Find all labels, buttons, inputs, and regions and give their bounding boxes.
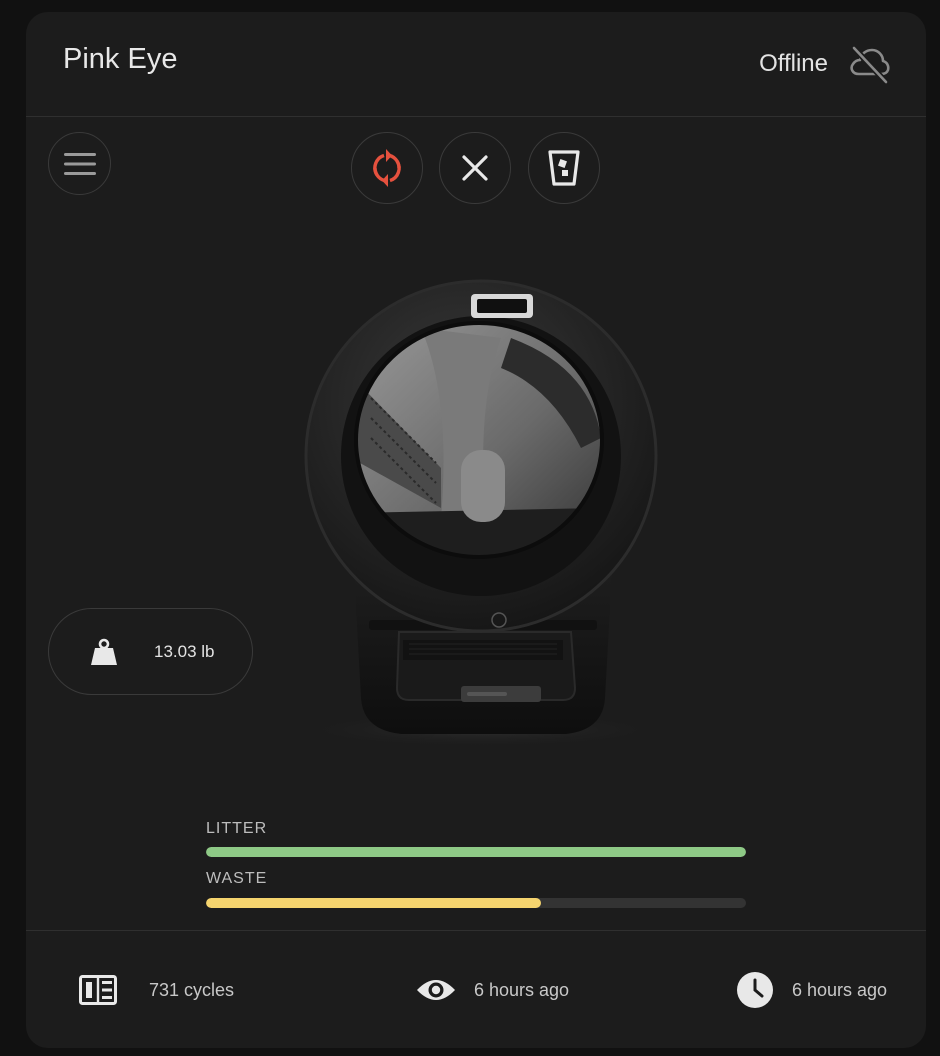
last-cycle: 6 hours ago xyxy=(736,931,887,1048)
weight-icon xyxy=(91,638,117,665)
weight-value: 13.03 lb xyxy=(154,642,215,661)
robot-name: Pink Eye xyxy=(63,43,178,75)
connection-status: Offline xyxy=(759,44,890,84)
cat-weight-chip[interactable]: 13.03 lb xyxy=(48,608,253,695)
cycle-count: 731 cycles xyxy=(79,931,234,1048)
last-seen: 6 hours ago xyxy=(416,931,569,1048)
refresh-icon xyxy=(373,149,401,187)
card-footer: 731 cycles 6 hours ago 6 hours ago xyxy=(26,930,926,1048)
cycle-count-text: 731 cycles xyxy=(149,979,235,1000)
last-seen-text: 6 hours ago xyxy=(474,979,570,1000)
reset-button[interactable] xyxy=(439,132,511,204)
card-header: Pink Eye Offline xyxy=(26,12,926,117)
waste-level-fill xyxy=(206,898,541,908)
status-text: Offline xyxy=(759,50,828,77)
start-cycle-button[interactable] xyxy=(351,132,423,204)
menu-button[interactable] xyxy=(48,132,111,195)
clock-icon xyxy=(737,972,773,1008)
litter-level-bar xyxy=(206,847,746,857)
litter-level-fill xyxy=(206,847,746,857)
eye-icon xyxy=(417,980,455,1000)
litter-robot-image xyxy=(291,279,671,748)
waste-level-bar xyxy=(206,898,746,908)
waste-level-label: WASTE xyxy=(206,870,268,887)
empty-drawer-button[interactable] xyxy=(528,132,600,204)
cloud-off-icon xyxy=(850,45,890,84)
counter-icon xyxy=(79,975,117,1005)
litter-level-label: LITTER xyxy=(206,820,268,837)
close-icon xyxy=(462,155,488,181)
last-cycle-text: 6 hours ago xyxy=(792,979,888,1000)
robot-card: Pink Eye Offline 13.03 lb LITTER WASTE 7… xyxy=(26,12,926,1048)
menu-icon xyxy=(63,152,96,175)
empty-bin-icon xyxy=(548,150,580,186)
